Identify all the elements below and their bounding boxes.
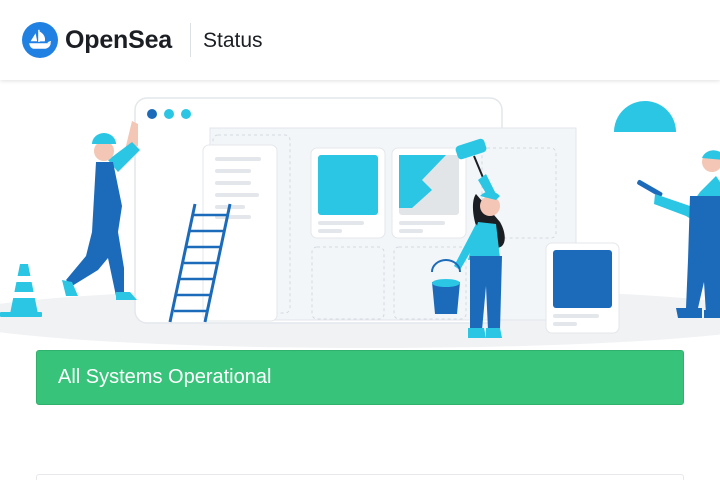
header-divider [190,23,191,57]
site-header: OpenSea Status [0,0,720,80]
page-label: Status [203,29,263,52]
opensea-sailboat-icon [22,22,58,58]
components-card [36,474,684,480]
status-banner-text: All Systems Operational [58,366,272,388]
status-banner: All Systems Operational [36,350,684,405]
brand-name: OpenSea [65,25,172,54]
maintenance-illustration [0,80,720,350]
hero-illustration-svg [0,97,720,348]
home-logo-link[interactable]: OpenSea [22,22,172,58]
